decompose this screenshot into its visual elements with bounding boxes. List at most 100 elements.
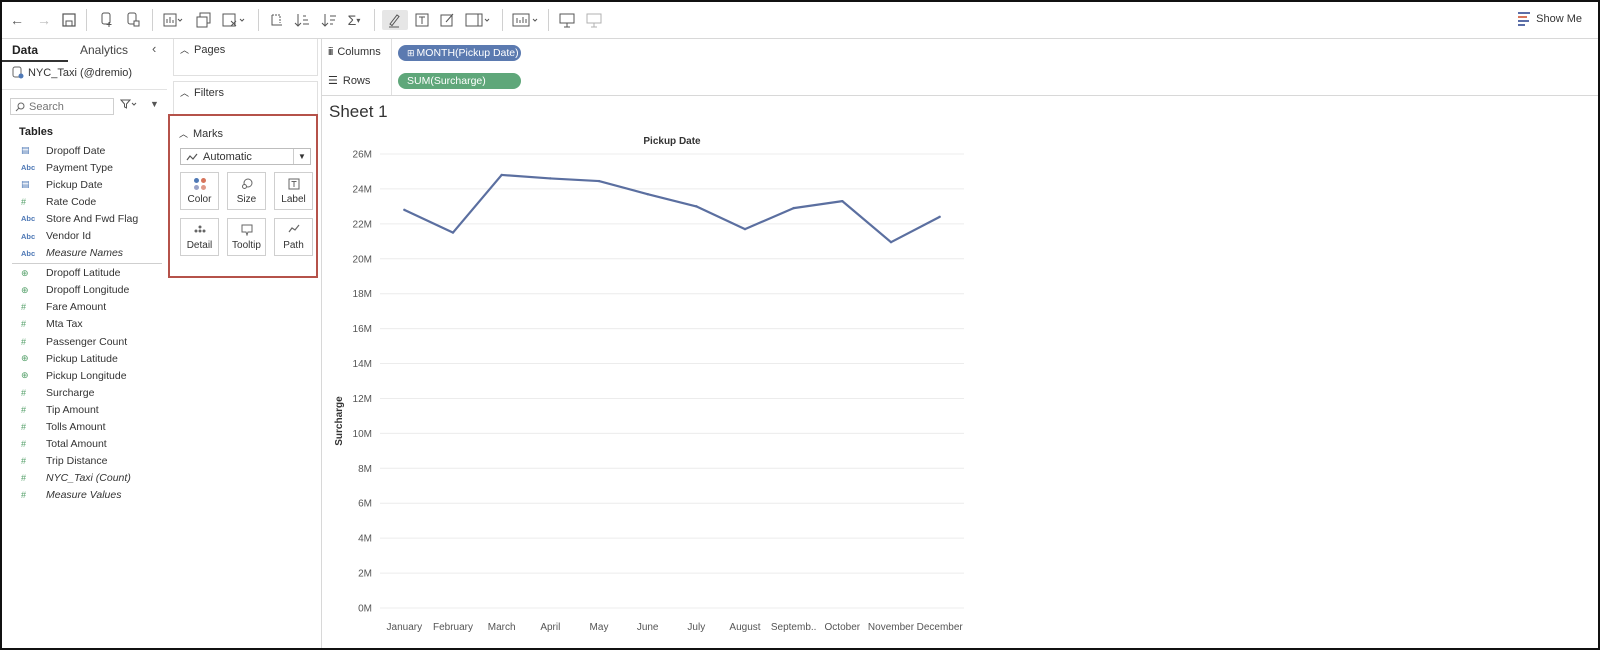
rows-shelf[interactable]: ☰ Rows SUM(Surcharge) — [322, 67, 1598, 96]
series-line-surcharge[interactable] — [403, 173, 941, 244]
field-item[interactable]: ▤ Dropoff Date — [2, 142, 168, 159]
chevron-up-icon[interactable]: ︿ — [179, 127, 188, 140]
columns-shelf[interactable]: iii Columns ⊞ MONTH(Pickup Date) — [322, 39, 1598, 68]
marks-title: Marks — [193, 127, 223, 140]
field-label: NYC_Taxi (Count) — [46, 472, 131, 485]
duplicate-sheet-icon[interactable] — [195, 10, 213, 30]
field-item[interactable]: # Trip Distance — [2, 453, 168, 470]
presentation-icon[interactable] — [558, 10, 576, 30]
field-item[interactable]: # Measure Values — [2, 487, 168, 504]
swap-icon[interactable] — [268, 10, 286, 30]
data-point[interactable] — [451, 231, 455, 234]
sort-descending-icon[interactable] — [320, 10, 338, 30]
geo-field-icon: ⊕ — [21, 370, 29, 381]
data-pane: Data Analytics ‹ NYC_Taxi (@dremio) ▼ Ta… — [2, 39, 169, 648]
tab-analytics[interactable]: Analytics — [80, 43, 128, 57]
field-item[interactable]: Abc Vendor Id — [2, 227, 168, 244]
data-point[interactable] — [889, 240, 893, 244]
highlight-icon[interactable] — [382, 10, 408, 30]
pane-menu-icon[interactable]: ▼ — [150, 99, 159, 109]
fit-icon[interactable] — [465, 10, 491, 30]
sort-ascending-icon[interactable] — [293, 10, 311, 30]
detail-icon — [194, 224, 206, 236]
columns-pill[interactable]: ⊞ MONTH(Pickup Date) — [398, 45, 521, 61]
abc-field-icon: Abc — [21, 163, 36, 173]
collapse-pane-icon[interactable]: ‹ — [152, 41, 156, 56]
rows-pill[interactable]: SUM(Surcharge) — [398, 73, 521, 89]
field-label: Rate Code — [46, 195, 97, 208]
data-point[interactable] — [841, 199, 844, 203]
datasource-item[interactable]: NYC_Taxi (@dremio) — [12, 66, 132, 79]
x-tick-label: May — [590, 622, 609, 633]
tab-data[interactable]: Data — [12, 43, 38, 57]
x-tick-label: November — [868, 622, 915, 633]
pages-card: ︿ Pages — [173, 39, 318, 76]
pause-updates-icon[interactable] — [124, 10, 142, 30]
y-tick-label: 20M — [353, 254, 372, 265]
abc-field-icon: Abc — [21, 248, 36, 258]
save-icon[interactable] — [60, 10, 78, 30]
data-point[interactable] — [403, 208, 406, 212]
device-preview-icon[interactable] — [585, 10, 603, 30]
data-point[interactable] — [792, 206, 795, 210]
search-field[interactable] — [10, 98, 114, 115]
y-tick-label: 6M — [358, 499, 372, 510]
y-tick-label: 18M — [353, 289, 372, 300]
size-button[interactable]: Size — [227, 172, 266, 210]
field-item[interactable]: ⊕ Pickup Latitude — [2, 350, 168, 367]
field-item[interactable]: # Passenger Count — [2, 333, 168, 350]
line-chart[interactable]: Pickup Date 0M 2M 4M 6M 8M 10M 12M 14M 16M 18M 20M 2… — [322, 96, 1598, 648]
field-item[interactable]: # Rate Code — [2, 193, 168, 210]
totals-icon[interactable]: Σ ▾ — [345, 10, 363, 30]
field-item[interactable]: ⊕ Pickup Longitude — [2, 367, 168, 384]
chevron-up-icon[interactable]: ︿ — [180, 86, 189, 99]
annotate-icon[interactable] — [439, 10, 457, 30]
field-item[interactable]: ⊕ Dropoff Longitude — [2, 282, 168, 299]
chevron-up-icon[interactable]: ︿ — [180, 43, 189, 56]
data-point[interactable] — [695, 205, 698, 208]
data-point[interactable] — [597, 179, 601, 183]
field-label: Passenger Count — [46, 335, 128, 348]
field-item[interactable]: # Fare Amount — [2, 299, 168, 316]
text-label-icon[interactable] — [413, 10, 431, 30]
field-item[interactable]: # Mta Tax — [2, 316, 168, 333]
forward-arrow-icon[interactable]: → — [35, 10, 53, 30]
label-button[interactable]: Label — [274, 172, 313, 210]
tooltip-button[interactable]: Tooltip — [227, 218, 266, 256]
field-item[interactable]: ▤ Pickup Date — [2, 176, 168, 193]
field-label: Measure Names — [46, 247, 124, 260]
field-label: Tolls Amount — [46, 421, 106, 434]
field-item[interactable]: # Total Amount — [2, 436, 168, 453]
data-point[interactable] — [938, 215, 941, 219]
data-point[interactable] — [646, 192, 649, 196]
columns-label: Columns — [337, 46, 381, 58]
show-cards-icon[interactable] — [512, 10, 540, 30]
y-tick-label: 14M — [353, 359, 372, 370]
data-point[interactable] — [743, 227, 747, 231]
field-item[interactable]: # Tip Amount — [2, 401, 168, 418]
field-item[interactable]: # Tolls Amount — [2, 419, 168, 436]
field-item[interactable]: # NYC_Taxi (Count) — [2, 470, 168, 487]
field-item[interactable]: # Surcharge — [2, 384, 168, 401]
clear-sheet-icon[interactable] — [222, 10, 246, 30]
field-item[interactable]: ⊕ Dropoff Latitude — [2, 265, 168, 282]
back-arrow-icon[interactable]: ← — [8, 10, 26, 30]
filter-fields-icon[interactable] — [119, 99, 138, 112]
data-point[interactable] — [549, 177, 552, 180]
field-label: Dropoff Date — [46, 144, 106, 157]
field-item[interactable]: Abc Measure Names — [2, 245, 168, 262]
mark-type-dropdown[interactable]: Automatic ▼ — [180, 148, 311, 165]
abc-field-icon: Abc — [21, 214, 36, 224]
color-button[interactable]: Color — [180, 172, 219, 210]
field-label: Vendor Id — [46, 230, 91, 243]
search-input[interactable] — [29, 100, 107, 113]
field-label: Store And Fwd Flag — [46, 212, 139, 225]
field-item[interactable]: Abc Store And Fwd Flag — [2, 210, 168, 227]
detail-button[interactable]: Detail — [180, 218, 219, 256]
new-worksheet-icon[interactable] — [163, 10, 183, 30]
data-point[interactable] — [500, 173, 503, 177]
new-datasource-icon[interactable] — [98, 10, 116, 30]
show-me-button[interactable]: Show Me — [1518, 12, 1582, 26]
path-button[interactable]: Path — [274, 218, 313, 256]
field-item[interactable]: Abc Payment Type — [2, 159, 168, 176]
